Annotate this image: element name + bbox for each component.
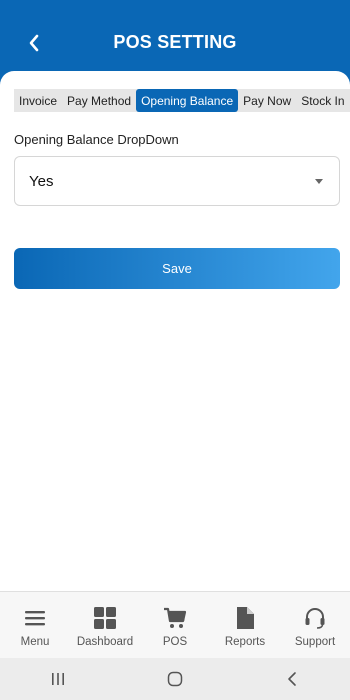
nav-label: POS (162, 636, 188, 648)
recent-apps-icon (52, 673, 65, 685)
nav-label: Menu (20, 636, 50, 648)
nav-item-menu[interactable]: Menu (0, 592, 70, 648)
page-title: POS SETTING (113, 32, 237, 52)
nav-item-pos[interactable]: POS (140, 592, 210, 648)
home-button[interactable] (145, 658, 205, 700)
content-panel (0, 71, 350, 591)
settings-tabs: Invoice Pay Method Opening Balance Pay N… (14, 89, 350, 112)
grid-icon (93, 605, 117, 631)
caret-down-icon (315, 178, 323, 184)
recent-apps-button[interactable] (28, 658, 88, 700)
bottom-nav: Menu Dashboard POS Reports Support (0, 591, 350, 658)
tab-opening-balance[interactable]: Opening Balance (136, 89, 239, 112)
headset-icon (303, 605, 327, 631)
nav-item-reports[interactable]: Reports (210, 592, 280, 648)
opening-balance-dropdown[interactable]: Yes (14, 156, 340, 206)
system-nav-bar (0, 658, 350, 700)
cart-icon (163, 605, 187, 631)
menu-icon (24, 605, 46, 631)
system-back-button[interactable] (262, 658, 322, 700)
tab-invoice[interactable]: Invoice (14, 89, 62, 112)
tab-pay-method[interactable]: Pay Method (62, 89, 136, 112)
nav-item-support[interactable]: Support (280, 592, 350, 648)
opening-balance-label: Opening Balance DropDown (14, 132, 179, 147)
document-icon (235, 605, 255, 631)
nav-label: Reports (224, 636, 266, 648)
back-icon (287, 672, 296, 686)
home-icon (167, 671, 183, 687)
nav-item-dashboard[interactable]: Dashboard (70, 592, 140, 648)
tab-pay-now[interactable]: Pay Now (238, 89, 296, 112)
tab-stock-in[interactable]: Stock In (296, 89, 349, 112)
nav-label: Dashboard (76, 636, 134, 648)
save-button[interactable]: Save (14, 248, 340, 289)
dropdown-selected-value: Yes (29, 172, 54, 190)
nav-label: Support (294, 636, 336, 648)
